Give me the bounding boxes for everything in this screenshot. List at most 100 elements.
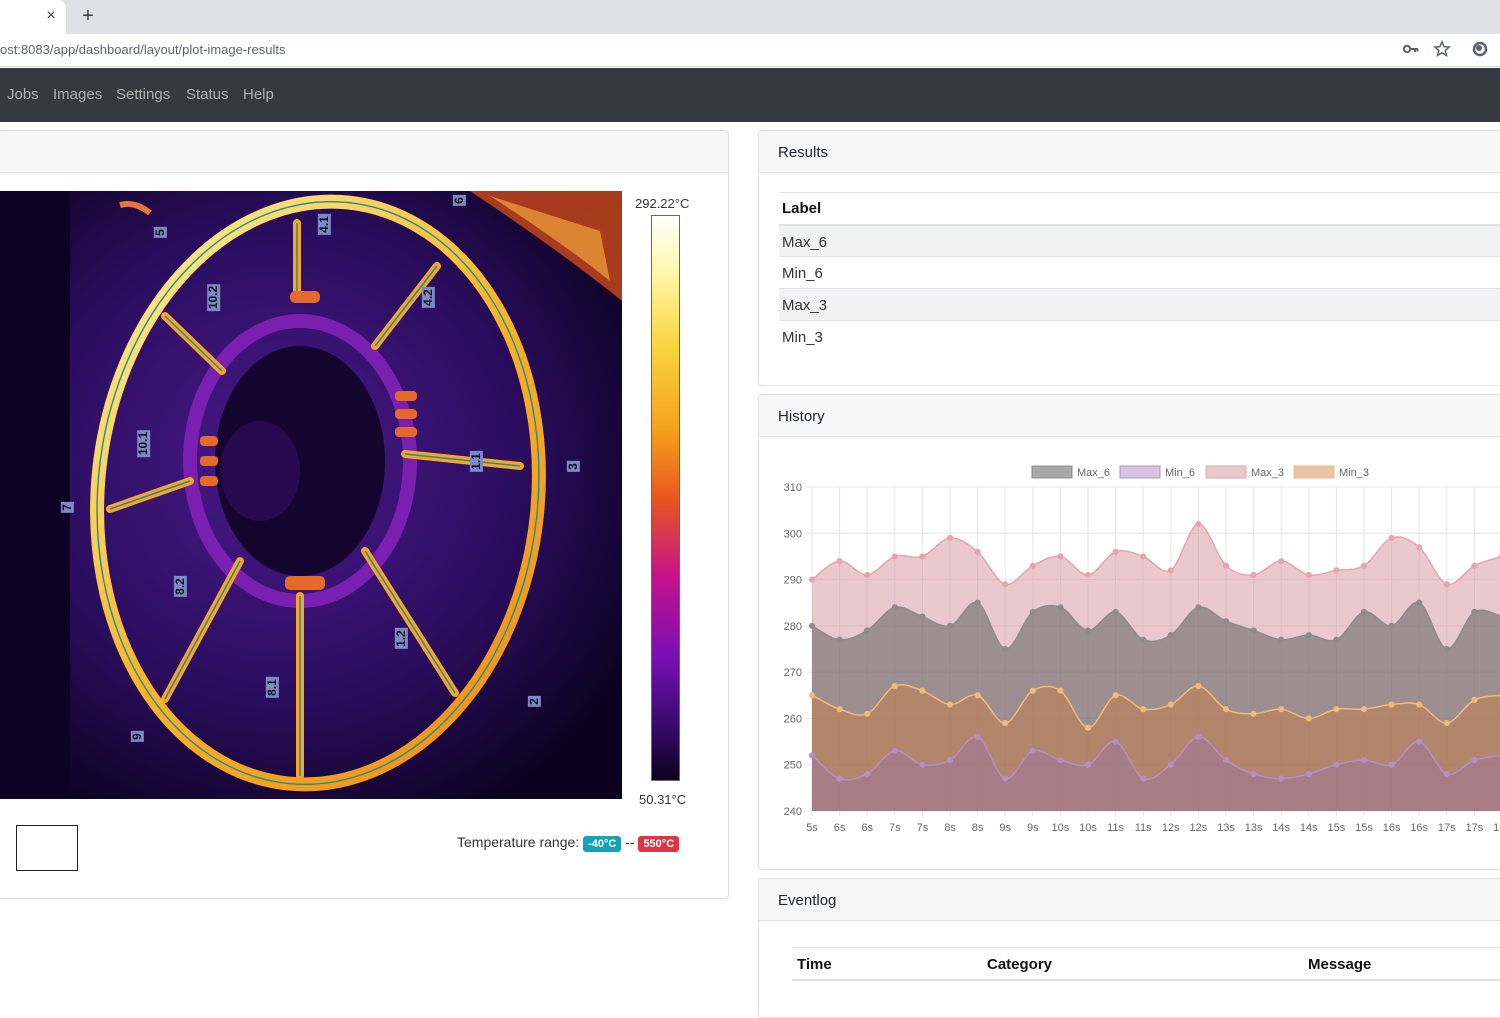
image-marker[interactable]: 9	[130, 731, 144, 742]
chart-data-point	[864, 571, 871, 579]
chart-data-point	[974, 599, 981, 606]
nav-item-status[interactable]: Status	[186, 86, 229, 103]
chart-x-tick-label: 16s	[1383, 822, 1401, 834]
chart-x-tick-label: 7s	[917, 822, 929, 834]
chart-data-point	[1250, 770, 1257, 778]
chart-data-point	[1002, 581, 1009, 588]
chart-data-point	[808, 692, 816, 699]
browser-tab[interactable]: ×	[0, 0, 66, 34]
chart-x-tick-label: 18s	[1493, 822, 1500, 834]
star-icon[interactable]	[1432, 39, 1452, 60]
nav-item-settings[interactable]: Settings	[116, 86, 170, 103]
chart-y-tick-label: 290	[784, 575, 802, 587]
chart-data-point	[1250, 710, 1257, 717]
chart-y-tick-label: 310	[784, 482, 802, 494]
chart-x-tick-label: 15s	[1328, 822, 1346, 834]
eventlog-column-time[interactable]: Time	[797, 956, 832, 973]
chart-data-point	[1222, 706, 1230, 713]
chart-data-point	[1167, 632, 1174, 639]
chart-x-tick-label: 10s	[1079, 822, 1097, 834]
chart-data-point	[1222, 618, 1230, 625]
nav-item-jobs[interactable]: Jobs	[7, 86, 39, 103]
chart-y-tick-label: 300	[784, 528, 802, 540]
eventlog-card-header: Eventlog	[759, 879, 1500, 921]
chart-data-point	[1250, 627, 1257, 634]
thermal-image[interactable]	[0, 191, 622, 799]
chart-x-tick-label: 9s	[1027, 822, 1039, 834]
temperature-range-separator: --	[625, 834, 635, 850]
nav-item-help[interactable]: Help	[243, 86, 274, 103]
chart-data-point	[1416, 544, 1423, 551]
chart-data-point	[946, 701, 954, 708]
table-row: Max_3	[779, 288, 1500, 320]
image-marker[interactable]: 7	[60, 502, 74, 513]
chart-data-point	[1443, 645, 1450, 653]
eventlog-title: Eventlog	[778, 892, 837, 909]
image-marker[interactable]: 6	[452, 195, 466, 206]
chart-data-point	[1278, 775, 1285, 782]
history-chart[interactable]: 240 250 260 270 280 290 300 310 5s 6s 6s 7s 7s 8s 8s 9s…	[759, 438, 1500, 870]
image-marker[interactable]: 3	[566, 461, 580, 472]
chart-legend-label: Max_6	[1077, 467, 1110, 479]
chart-data-point	[1029, 687, 1036, 694]
chart-data-point	[974, 733, 981, 741]
nav-item-images[interactable]: Images	[53, 86, 102, 103]
chart-x-tick-label: 6s	[834, 822, 846, 834]
image-marker[interactable]: 10.2	[206, 283, 221, 312]
eventlog-column-category[interactable]: Category	[987, 956, 1052, 973]
chart-data-point	[1195, 682, 1202, 690]
chart-data-point	[1140, 636, 1147, 643]
chart-data-point	[919, 687, 926, 694]
chart-data-point	[1002, 775, 1009, 782]
chart-data-point	[808, 752, 816, 759]
image-marker[interactable]: 4.2	[421, 287, 435, 308]
chart-data-point	[1360, 608, 1368, 616]
chart-data-point	[974, 548, 981, 555]
profile-icon[interactable]	[1470, 40, 1490, 60]
chart-data-point	[1305, 770, 1312, 778]
chart-x-tick-label: 8s	[972, 822, 984, 834]
chart-x-tick-label: 16s	[1410, 822, 1428, 834]
chart-data-point	[1112, 738, 1119, 745]
chart-data-point	[836, 706, 843, 713]
chart-data-point	[919, 761, 926, 768]
chart-data-point	[1360, 756, 1368, 764]
chart-x-tick-label: 9s	[999, 822, 1011, 834]
eventlog-column-message[interactable]: Message	[1308, 956, 1371, 973]
close-icon[interactable]: ×	[42, 6, 60, 26]
image-marker[interactable]: 10.1	[136, 429, 151, 458]
url-field[interactable]: ost:8083/app/dashboard/layout/plot-image…	[0, 42, 285, 57]
chart-data-point	[1140, 553, 1147, 560]
image-marker[interactable]: 1.2	[394, 628, 408, 649]
chart-data-point	[919, 553, 926, 560]
chart-data-point	[1443, 581, 1450, 588]
chart-data-point	[1278, 557, 1285, 565]
image-marker[interactable]: 5	[153, 227, 167, 238]
chart-x-tick-label: 12s	[1190, 822, 1208, 834]
chart-data-point	[891, 682, 898, 690]
chart-x-tick-label: 13s	[1217, 822, 1235, 834]
chart-y-tick-label: 280	[784, 621, 802, 633]
results-column-label: Label	[782, 200, 822, 217]
chart-data-point	[1140, 706, 1147, 713]
image-marker[interactable]: 4.1	[317, 214, 331, 235]
new-tab-icon[interactable]: +	[78, 5, 98, 27]
key-icon[interactable]	[1401, 40, 1421, 60]
image-marker[interactable]: 8.1	[265, 677, 279, 698]
table-cell: Max_6	[782, 234, 828, 251]
chart-data-point	[891, 553, 898, 560]
image-marker[interactable]: 8.2	[173, 576, 187, 597]
chart-data-point	[1167, 701, 1174, 708]
scale-min-label: 50.31°C	[639, 792, 687, 807]
chart-data-point	[1416, 701, 1423, 708]
table-cell: Min_3	[782, 329, 823, 346]
table-divider	[779, 192, 1500, 193]
chart-data-point	[1195, 520, 1202, 528]
chart-legend-swatch	[1205, 465, 1247, 479]
chart-data-point	[1471, 608, 1478, 616]
results-title: Results	[778, 144, 829, 161]
image-marker[interactable]: 1.1	[469, 451, 483, 472]
image-marker[interactable]: 2	[527, 696, 541, 707]
chart-data-point	[836, 775, 843, 782]
color-swatch[interactable]	[16, 825, 78, 871]
